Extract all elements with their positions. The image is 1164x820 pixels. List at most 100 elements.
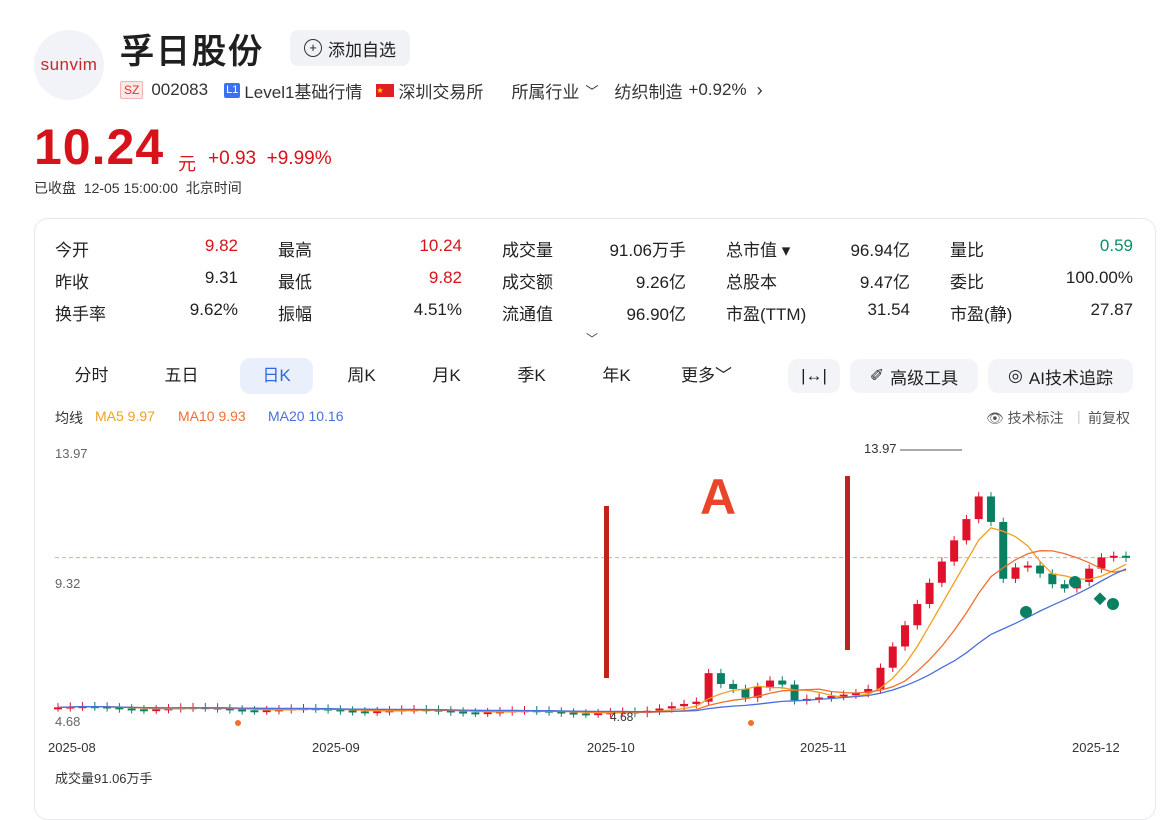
high-annotation: 13.97 xyxy=(864,441,897,456)
stat-value: 10.24 xyxy=(419,236,462,255)
tech-indicator-toggle[interactable]: 👁︎ 技术标注 xyxy=(986,408,1064,428)
low-annotation: 4.68 xyxy=(610,710,634,724)
signal-dot xyxy=(1020,606,1032,618)
ma-label: 均线 xyxy=(55,410,83,426)
chevron-down-icon[interactable]: ﹀ xyxy=(585,81,598,100)
candle-body xyxy=(901,625,910,647)
tab-7[interactable]: 更多﹀ xyxy=(670,358,743,394)
x-tick-label: 2025-08 xyxy=(48,740,96,755)
stat-label: 总市值 ▾ xyxy=(726,241,791,260)
stat-value: 9.82 xyxy=(428,268,462,287)
candle-body xyxy=(250,710,259,713)
stat-value: 27.87 xyxy=(1090,300,1133,319)
stat-value: 9.26亿 xyxy=(635,273,686,292)
candle-body xyxy=(692,701,701,704)
exchange-name: 深圳交易所 xyxy=(398,82,484,102)
signal-dot xyxy=(1069,576,1081,588)
ma10-value: MA10 9.93 xyxy=(178,408,246,424)
advanced-tools-button[interactable]: ✐ 高级工具 xyxy=(850,359,978,393)
stat-label: 最低 xyxy=(278,273,312,292)
current-price: 10.24 xyxy=(34,119,165,175)
x-tick-label: 2025-09 xyxy=(312,740,360,755)
ai-target-icon: ◎ xyxy=(1008,366,1023,385)
level-icon: L1 xyxy=(224,82,241,98)
tab-1[interactable]: 五日 xyxy=(145,358,218,394)
stat-value: 0.59 xyxy=(1099,236,1133,255)
tab-6[interactable]: 年K xyxy=(580,358,653,394)
stat-value: 91.06万手 xyxy=(609,241,686,260)
event-dot xyxy=(235,720,241,726)
price-change: +0.93 +9.99% xyxy=(208,148,332,169)
kline-chart[interactable] xyxy=(0,430,1164,782)
stock-code: 002083 xyxy=(151,80,209,99)
stat-value: 4.51% xyxy=(413,300,462,319)
stat-label: 今开 xyxy=(55,241,89,260)
candle-body xyxy=(680,703,689,707)
x-tick-label: 2025-10 xyxy=(587,740,635,755)
stat-value: 9.62% xyxy=(189,300,238,319)
tab-2[interactable]: 日K xyxy=(240,358,313,394)
adjust-mode[interactable]: 前复权 xyxy=(1088,408,1130,428)
candle-body xyxy=(667,706,676,709)
candle-body xyxy=(127,708,136,711)
candle-body xyxy=(950,540,959,562)
candle-body xyxy=(139,709,148,712)
x-tick-label: 2025-12 xyxy=(1072,740,1120,755)
marker-a: A xyxy=(700,469,737,525)
x-tick-label: 2025-11 xyxy=(800,740,847,755)
stat-label: 最高 xyxy=(278,241,312,260)
industry-name[interactable]: 纺织制造 xyxy=(614,78,682,103)
candle-body xyxy=(925,582,934,605)
stat-label: 市盈(静) xyxy=(950,305,1013,324)
candle-body xyxy=(716,673,725,684)
stat-value: 96.94亿 xyxy=(850,241,910,260)
candle-body xyxy=(974,496,983,520)
tab-5[interactable]: 季K xyxy=(495,358,568,394)
industry-change: +0.92% xyxy=(688,80,747,99)
event-dot xyxy=(748,720,754,726)
stat-value: 9.47亿 xyxy=(859,273,910,292)
candle-body xyxy=(1048,573,1057,585)
stat-value: 9.31 xyxy=(204,268,238,287)
stock-name: 孚日股份 xyxy=(120,33,264,71)
chevron-right-icon[interactable]: › xyxy=(757,80,763,101)
add-watchlist-button[interactable]: + 添加自选 xyxy=(290,30,410,66)
candle-body xyxy=(348,710,357,713)
ma10-line xyxy=(57,550,1127,713)
china-flag-icon: ★ xyxy=(376,83,395,97)
candle-body xyxy=(913,604,922,626)
candle-body xyxy=(1109,555,1118,558)
y-tick-bottom: 4.68 xyxy=(55,714,81,729)
signal-dot xyxy=(1107,598,1119,610)
stat-value: 31.54 xyxy=(867,300,910,319)
candle-body xyxy=(1011,567,1020,579)
stat-value: 100.00% xyxy=(1065,268,1133,287)
candle-body xyxy=(937,561,946,583)
vertical-marker xyxy=(845,476,850,650)
candle-body xyxy=(986,496,995,522)
volume-label: 成交量91.06万手 xyxy=(55,771,153,786)
candle-body xyxy=(741,688,750,698)
candle-body xyxy=(790,684,799,701)
tab-0[interactable]: 分时 xyxy=(55,358,128,394)
candle-body xyxy=(459,711,468,714)
stat-label: 量比 xyxy=(950,241,984,260)
market-status: 已收盘 12-05 15:00:00 北京时间 xyxy=(34,180,242,196)
tab-4[interactable]: 月K xyxy=(410,358,483,394)
candle-body xyxy=(1060,584,1069,589)
candle-body xyxy=(729,683,738,689)
candle-body xyxy=(1023,565,1032,568)
stat-label: 振幅 xyxy=(278,305,312,324)
y-tick-top: 13.97 xyxy=(55,446,88,461)
tab-3[interactable]: 周K xyxy=(325,358,398,394)
expand-chevron-icon[interactable]: ﹀ xyxy=(586,330,598,347)
ma20-line xyxy=(57,568,1127,713)
price-unit: 元 xyxy=(178,154,196,174)
company-logo: sunvim xyxy=(34,30,104,100)
stat-label: 成交量 xyxy=(502,241,553,260)
stat-label: 委比 xyxy=(950,273,984,292)
ai-tracking-button[interactable]: ◎ AI技术追踪 xyxy=(988,359,1133,393)
fit-width-button[interactable]: |↔| xyxy=(788,359,840,393)
level-label[interactable]: Level1基础行情 xyxy=(244,78,362,103)
industry-dropdown[interactable]: 所属行业 xyxy=(511,78,579,103)
